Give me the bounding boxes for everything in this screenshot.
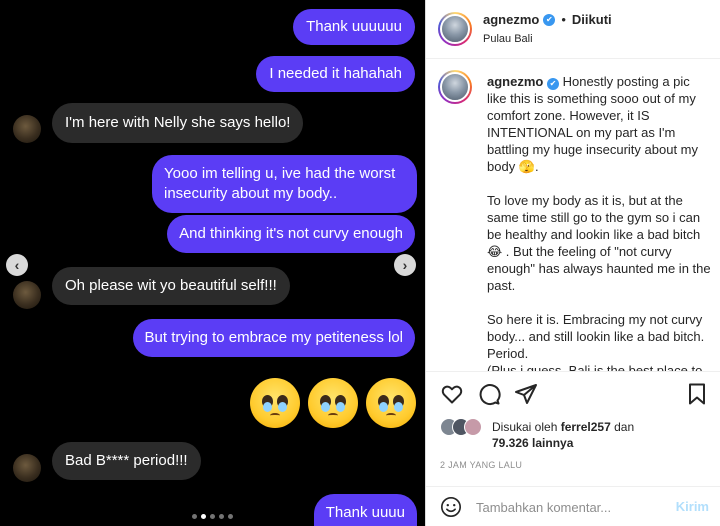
chat-message-sent: Yooo im telling u, ive had the worst ins…	[152, 155, 417, 213]
emoji-picker-icon[interactable]	[440, 496, 462, 518]
emoji-reaction-row	[250, 378, 416, 428]
post-location[interactable]: Pulau Bali	[483, 33, 533, 45]
post-actions	[426, 374, 720, 414]
post-panel: agnezmo ✔ • Diikuti Pulau Bali agnezmo ✔…	[425, 0, 720, 526]
pleading-face-emoji	[366, 378, 416, 428]
post-media: Thank uuuuuu I needed it hahahah I'm her…	[0, 0, 425, 526]
caption-paragraph: Honestly posting a pic like this is some…	[487, 74, 702, 174]
chat-avatar	[13, 115, 41, 143]
post-timestamp[interactable]: 2 JAM YANG LALU	[440, 460, 522, 470]
comment-input[interactable]	[476, 495, 666, 519]
author-avatar[interactable]	[438, 12, 472, 46]
caption-author-avatar[interactable]	[438, 70, 472, 104]
carousel-dot-active	[201, 514, 206, 519]
follow-status-button[interactable]: Diikuti	[572, 12, 612, 27]
caption-paragraph: So here it is. Embracing my not curvy bo…	[487, 312, 705, 372]
separator-dot: •	[561, 12, 566, 27]
likes-count[interactable]: 79.326 lainnya	[492, 436, 573, 450]
verified-badge-icon: ✔	[543, 13, 556, 26]
carousel-dot	[192, 514, 197, 519]
bookmark-icon[interactable]	[685, 382, 709, 406]
pleading-face-emoji	[308, 378, 358, 428]
liker-avatars	[440, 418, 486, 438]
chat-message-received: Oh please wit yo beautiful self!!!	[52, 267, 290, 305]
share-icon[interactable]	[514, 382, 538, 406]
chat-avatar	[13, 281, 41, 309]
previous-image-button[interactable]: ‹	[6, 254, 28, 276]
author-username[interactable]: agnezmo	[483, 12, 539, 27]
pleading-face-emoji	[250, 378, 300, 428]
carousel-dot	[219, 514, 224, 519]
verified-badge-icon: ✔	[546, 78, 559, 90]
likes-text: Disukai oleh ferrel257 dan 79.326 lainny…	[492, 420, 635, 450]
caption-text: agnezmo ✔ Honestly posting a pic like th…	[487, 73, 715, 372]
post-comment-button[interactable]: Kirim	[676, 499, 709, 514]
liker-avatar	[464, 418, 482, 436]
carousel-indicator	[0, 514, 425, 519]
chat-message-received: Bad B**** period!!!	[52, 442, 201, 480]
post-header: agnezmo ✔ • Diikuti Pulau Bali	[426, 0, 720, 59]
comment-icon[interactable]	[477, 382, 501, 406]
chat-message-sent: Thank uuuuuu	[293, 9, 415, 45]
chat-message-sent: I needed it hahahah	[256, 56, 415, 92]
chat-message-sent: But trying to embrace my petiteness lol	[132, 319, 415, 357]
chat-message-received: I'm here with Nelly she says hello!	[52, 103, 304, 143]
caption-username[interactable]: agnezmo	[487, 74, 543, 89]
carousel-dot	[228, 514, 233, 519]
comment-bar: Kirim	[426, 486, 720, 526]
heart-icon[interactable]	[440, 382, 464, 406]
chat-avatar	[13, 454, 41, 482]
liker-username[interactable]: ferrel257	[561, 420, 611, 434]
chat-message-sent: Thank uuuu	[313, 494, 417, 526]
carousel-dot	[210, 514, 215, 519]
next-image-button[interactable]: ›	[394, 254, 416, 276]
caption-paragraph: To love my body as it is, but at the sam…	[487, 193, 715, 293]
author-info: agnezmo ✔ • Diikuti	[483, 12, 612, 27]
chat-message-sent: And thinking it's not curvy enough	[167, 215, 415, 253]
post-caption: agnezmo ✔ Honestly posting a pic like th…	[426, 60, 720, 372]
